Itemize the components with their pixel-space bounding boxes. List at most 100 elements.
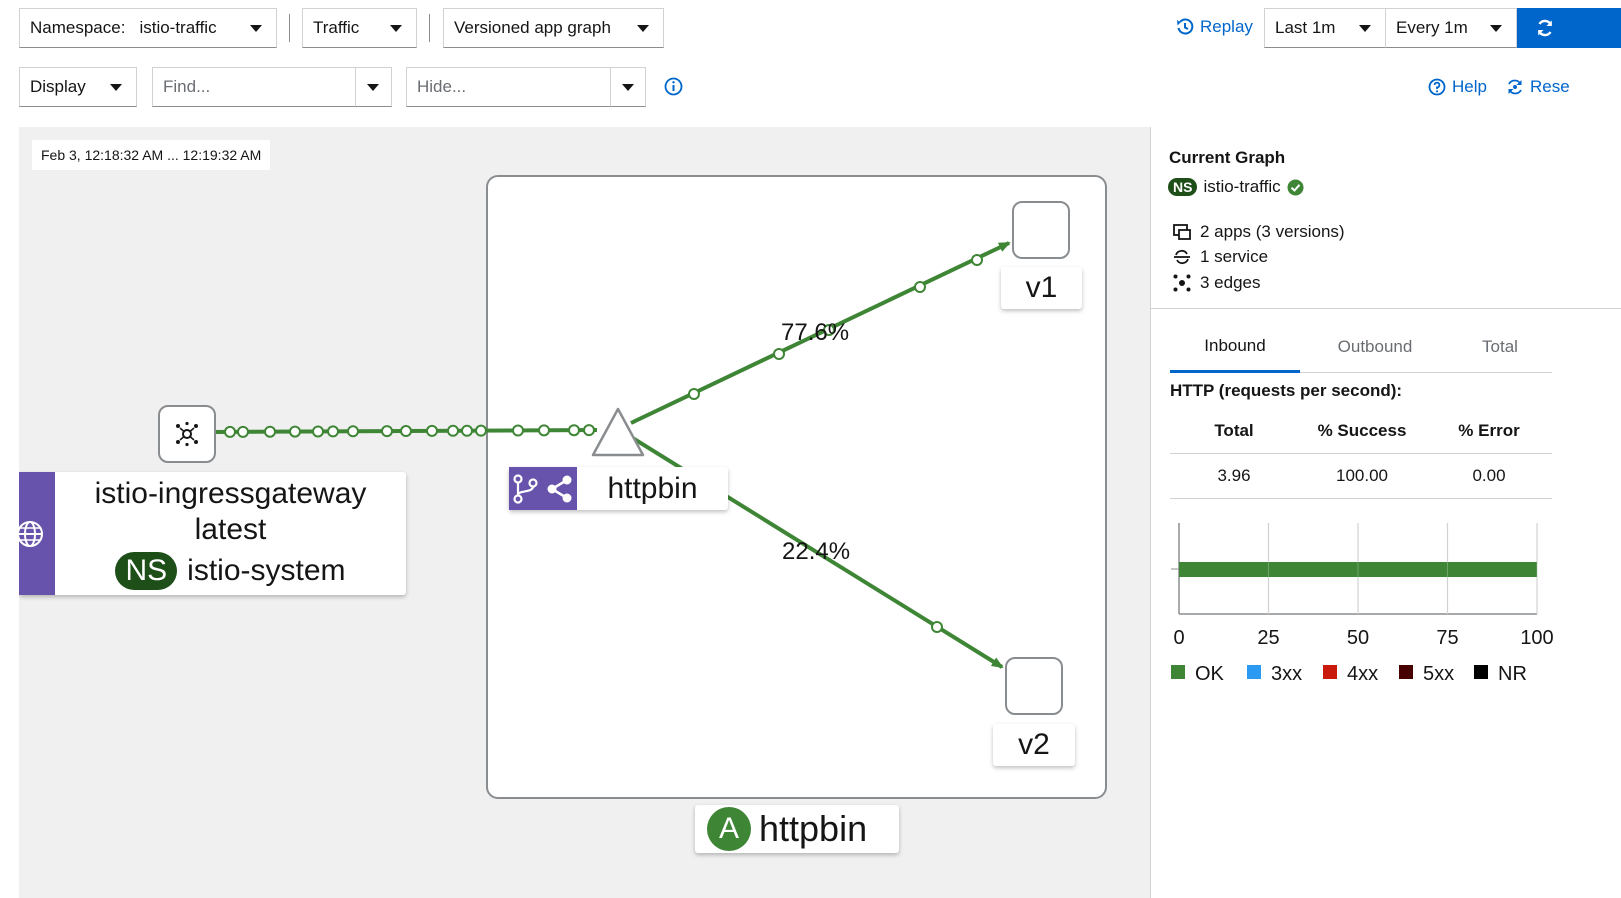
namespace-dropdown[interactable]: Namespace: istio-traffic — [19, 8, 277, 48]
chart-tick-label: 50 — [1347, 627, 1369, 649]
tab-total[interactable]: Total — [1460, 321, 1540, 373]
legend-label-ok: OK — [1195, 663, 1225, 685]
traffic-dropdown[interactable]: Traffic — [302, 8, 417, 48]
legend-swatch-nr — [1474, 665, 1488, 679]
v2-text: v2 — [1018, 728, 1050, 761]
chart-tick-label: 100 — [1520, 627, 1553, 649]
globe-icon — [19, 520, 43, 547]
gateway-version: latest — [194, 513, 267, 546]
caret-down-icon — [637, 25, 649, 32]
traffic-dot — [931, 621, 943, 633]
traffic-dot — [312, 425, 324, 438]
chart-tick-label: 0 — [1173, 627, 1184, 649]
http-rate-chart: 0 25 50 75 100 OK 3xx 4xx 5xx NR — [1171, 523, 1554, 685]
traffic-dot — [568, 424, 580, 437]
display-label: Display — [30, 77, 86, 96]
tab-outbound[interactable]: Outbound — [1310, 321, 1440, 373]
caret-down-icon — [1490, 25, 1502, 32]
service-node[interactable] — [590, 406, 646, 458]
v1-text: v1 — [1025, 271, 1058, 304]
gateway-label: istio-ingressgateway latest NS istio-sys… — [19, 472, 406, 595]
find-input[interactable]: Find... — [152, 67, 356, 107]
apps-count-row: 2 apps (3 versions) — [1173, 222, 1345, 242]
traffic-dot — [237, 425, 249, 438]
traffic-dot — [971, 254, 983, 266]
app-box-label: A httpbin — [695, 805, 899, 853]
service-label: httpbin — [509, 467, 728, 510]
duration-label: Last 1m — [1275, 18, 1336, 37]
find-placeholder: Find... — [163, 77, 211, 96]
http-stats-table: Total % Success % Error 3.96 100.00 0.00 — [1170, 409, 1552, 499]
graph-type-dropdown[interactable]: Versioned app graph — [443, 8, 664, 48]
hide-placeholder: Hide... — [417, 77, 467, 96]
caret-down-icon — [367, 84, 379, 91]
apps-icon — [1173, 224, 1191, 240]
graph-canvas[interactable]: Feb 3, 12:18:32 AM ... 12:19:32 AM 77.6%… — [19, 127, 1150, 898]
traffic-label: Traffic — [313, 18, 360, 37]
traffic-dot — [381, 425, 393, 438]
header-total: Total — [1214, 421, 1254, 440]
find-toggle[interactable] — [355, 67, 392, 107]
help-button[interactable]: Help — [1428, 77, 1487, 97]
refresh-interval-label: Every 1m — [1396, 18, 1468, 37]
refresh-button[interactable] — [1517, 8, 1621, 48]
replay-button[interactable]: Replay — [1176, 17, 1253, 37]
reset-label: Rese — [1530, 77, 1570, 96]
chart-tick-label: 75 — [1436, 627, 1458, 649]
replay-icon — [1177, 18, 1194, 35]
refresh-interval-dropdown[interactable]: Every 1m — [1385, 8, 1517, 48]
reset-layout-icon — [1508, 79, 1522, 95]
workload-node-v1[interactable] — [1012, 201, 1070, 259]
edges-count-row: 3 edges — [1173, 273, 1261, 293]
gateway-namespace-row: NS istio-system — [55, 552, 406, 590]
legend-label-3xx: 3xx — [1271, 663, 1302, 685]
ns-badge: NS — [1168, 178, 1198, 196]
traffic-dot — [224, 425, 236, 438]
edge-v1-percent: 77.6% — [781, 319, 850, 346]
legend-swatch-3xx — [1247, 665, 1261, 679]
header-error: % Error — [1458, 421, 1520, 440]
hide-input[interactable]: Hide... — [406, 67, 611, 107]
ns-badge: NS — [115, 552, 178, 590]
summary-namespace-row: NS istio-traffic — [1168, 177, 1304, 197]
header-success: % Success — [1317, 421, 1407, 440]
traffic-dot — [538, 424, 550, 437]
toolbar-divider — [429, 14, 430, 42]
gateway-name: istio-ingressgateway — [94, 477, 367, 510]
virtual-service-badge — [509, 467, 577, 510]
app-badge: A — [707, 807, 751, 851]
app-name: httpbin — [759, 808, 868, 849]
gateway-node[interactable] — [158, 405, 216, 463]
tab-inbound-label: Inbound — [1204, 335, 1266, 355]
cell-success: 100.00 — [1336, 466, 1388, 485]
panel-divider — [1151, 308, 1621, 309]
legend-swatch-5xx — [1399, 665, 1413, 679]
info-icon[interactable] — [664, 77, 683, 101]
tab-total-label: Total — [1482, 337, 1518, 356]
workload-node-v2[interactable] — [1005, 657, 1063, 715]
http-title: HTTP (requests per second): — [1170, 381, 1403, 400]
gateway-namespace: istio-system — [187, 554, 346, 587]
traffic-dot — [264, 425, 276, 438]
hide-toggle[interactable] — [610, 67, 646, 107]
legend-label-nr: NR — [1498, 663, 1527, 685]
traffic-tabs: Inbound Outbound Total — [1170, 321, 1552, 373]
cell-total: 3.96 — [1217, 466, 1251, 485]
duration-dropdown[interactable]: Last 1m — [1264, 8, 1386, 48]
legend-swatch-ok — [1171, 665, 1185, 679]
traffic-dot — [426, 424, 438, 437]
table-row: 3.96 100.00 0.00 — [1170, 454, 1552, 499]
display-dropdown[interactable]: Display — [19, 67, 137, 107]
service-icon — [1174, 249, 1190, 265]
traffic-dot — [688, 388, 700, 400]
traffic-dot — [327, 425, 339, 438]
edge-v2-percent: 22.4% — [782, 538, 851, 565]
apps-count: 2 apps (3 versions) — [1200, 222, 1345, 241]
traffic-dot — [512, 424, 524, 437]
traffic-dot — [447, 424, 459, 437]
caret-down-icon — [622, 84, 634, 91]
namespace-label: Namespace: — [30, 18, 126, 37]
reset-layout-button[interactable]: Rese — [1506, 77, 1570, 97]
caret-down-icon — [390, 25, 402, 32]
tab-inbound[interactable]: Inbound — [1170, 321, 1300, 373]
